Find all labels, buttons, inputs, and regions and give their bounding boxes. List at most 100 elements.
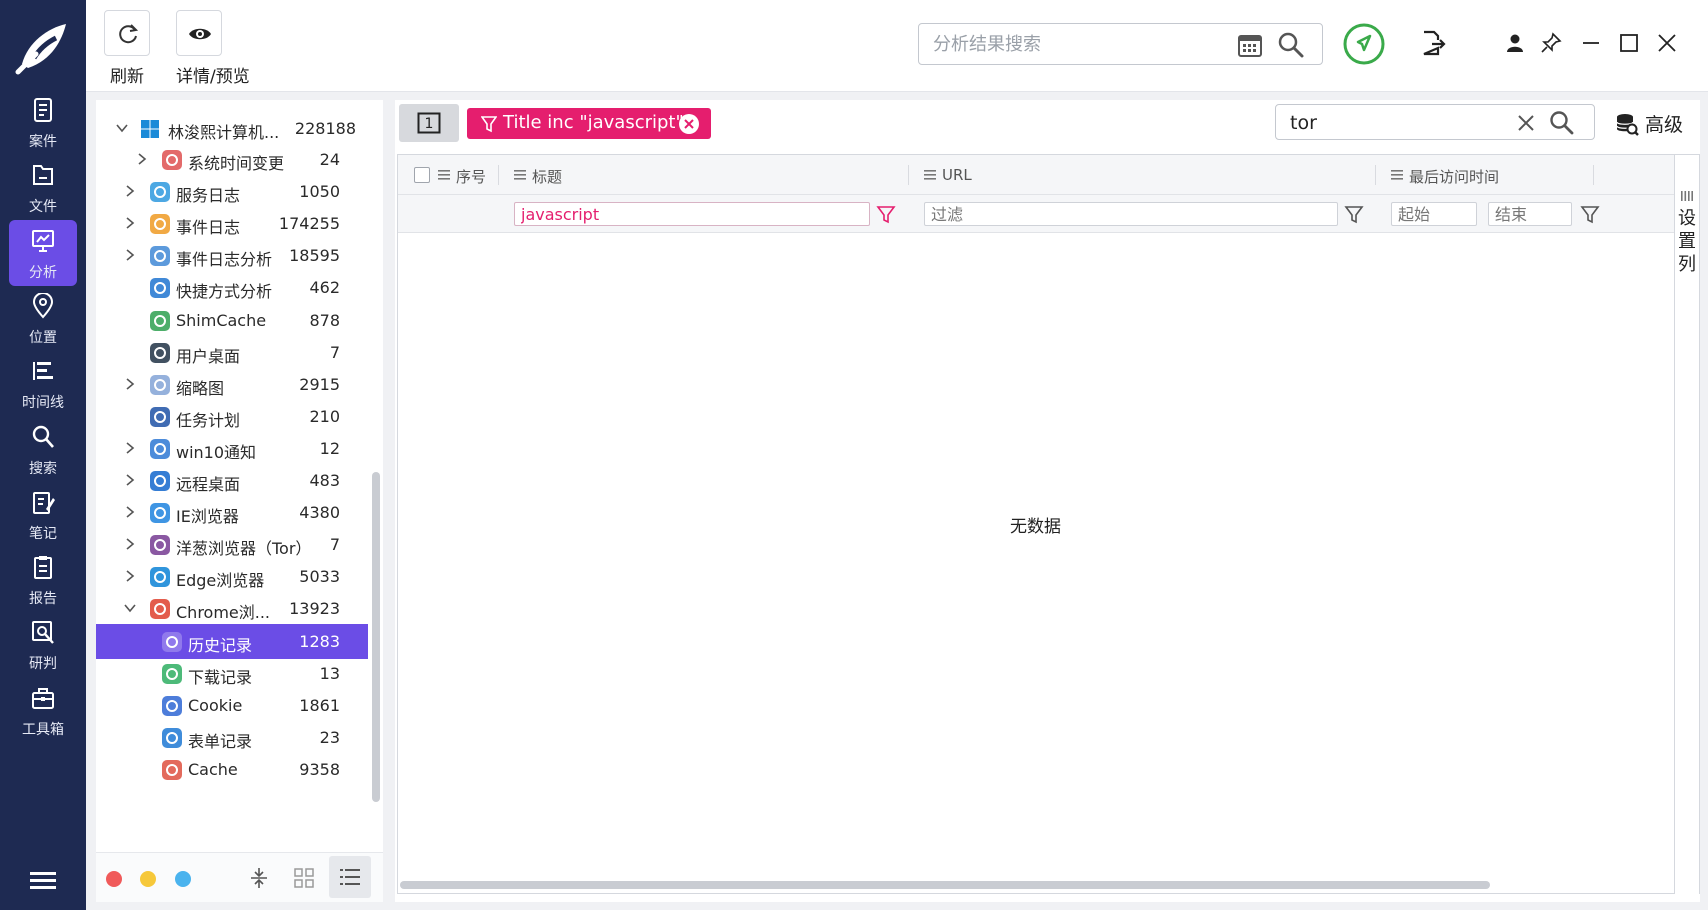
nav-item-file[interactable]: 文件	[9, 154, 77, 220]
edge-icon	[150, 567, 170, 588]
chevron-right-icon[interactable]	[122, 247, 138, 263]
column-header-index[interactable]: 序号	[438, 155, 498, 195]
column-header-last-visit[interactable]: 最后访问时间	[1391, 155, 1591, 195]
result-search-input[interactable]	[1290, 111, 1510, 135]
tree-item[interactable]: 历史记录 1283	[96, 623, 368, 659]
chevron-right-icon[interactable]	[122, 504, 138, 520]
column-settings-button[interactable]: 设置列	[1675, 154, 1700, 894]
filter-icon[interactable]	[1344, 204, 1364, 224]
red-dot[interactable]	[106, 871, 122, 887]
chevron-down-icon[interactable]	[114, 120, 130, 136]
event-log-icon	[150, 214, 170, 235]
nav-item-judgement[interactable]: 研判	[9, 611, 77, 677]
refresh-button[interactable]	[104, 10, 150, 56]
horizontal-scrollbar[interactable]	[400, 881, 1490, 889]
column-divider[interactable]	[498, 165, 499, 185]
tree-item[interactable]: 任务计划 210	[96, 399, 368, 434]
preview-button[interactable]	[176, 10, 222, 56]
filter-icon[interactable]	[876, 204, 896, 224]
tree-list: 林浚熙计算机... 228188 系统时间变更 24 服务日志 1050 事件日志 174…	[96, 100, 383, 848]
clear-icon[interactable]	[1516, 113, 1536, 133]
tree-item[interactable]: ShimCache 878	[96, 303, 368, 338]
list-view-button[interactable]	[329, 856, 371, 898]
status-shield-icon[interactable]	[1342, 22, 1386, 66]
advanced-search-button[interactable]: 高级	[1615, 108, 1699, 138]
chevron-right-icon[interactable]	[134, 151, 150, 167]
tree-item-label: 洋葱浏览器（Tor）	[176, 539, 312, 559]
nav-item-case[interactable]: 案件	[9, 89, 77, 155]
tree-item[interactable]: IE浏览器 4380	[96, 495, 368, 530]
minimize-icon[interactable]	[1580, 32, 1602, 54]
chevron-right-icon[interactable]	[122, 472, 138, 488]
filter-icon[interactable]	[1580, 204, 1600, 224]
nav-item-toolbox[interactable]: 工具箱	[9, 677, 77, 743]
user-icon[interactable]	[1504, 32, 1526, 54]
tree-item[interactable]: 系统时间变更 24	[96, 142, 368, 177]
chevron-right-icon[interactable]	[122, 215, 138, 231]
tree-item[interactable]: 表单记录 23	[96, 720, 368, 755]
tree-scrollbar[interactable]	[372, 472, 380, 802]
tree-item[interactable]: 洋葱浏览器（Tor） 7	[96, 527, 368, 562]
tree-item[interactable]: 用户桌面 7	[96, 335, 368, 370]
close-icon[interactable]	[1656, 32, 1678, 54]
tree-item-label: Cookie	[188, 695, 243, 715]
tree-item-count: 18595	[289, 246, 340, 266]
calendar-icon[interactable]	[1237, 32, 1263, 58]
tree-item[interactable]: 事件日志 174255	[96, 206, 368, 241]
chevron-right-icon[interactable]	[122, 536, 138, 552]
timeline-icon	[33, 362, 53, 381]
column-divider[interactable]	[1593, 165, 1594, 185]
maximize-icon[interactable]	[1618, 32, 1640, 54]
grid-view-icon[interactable]	[292, 866, 316, 890]
export-icon[interactable]	[1420, 30, 1446, 56]
column-divider[interactable]	[1375, 165, 1376, 185]
time-end-input[interactable]	[1488, 202, 1572, 226]
search-icon[interactable]	[1277, 31, 1305, 59]
nav-item-label: 笔记	[29, 525, 57, 542]
analysis-search-input[interactable]	[933, 32, 1223, 56]
chevron-right-icon[interactable]	[122, 183, 138, 199]
tree-item[interactable]: 远程桌面 483	[96, 463, 368, 498]
remove-filter-button[interactable]	[679, 114, 699, 134]
column-divider[interactable]	[908, 165, 909, 185]
nav-item-analysis[interactable]: 分析	[9, 219, 77, 286]
column-header-title[interactable]: 标题	[514, 155, 814, 195]
time-start-input[interactable]	[1391, 202, 1477, 226]
collapse-icon[interactable]	[247, 866, 271, 890]
tree-root[interactable]: 林浚熙计算机... 228188	[96, 111, 368, 146]
tree-item[interactable]: 事件日志分析 18595	[96, 238, 368, 273]
nav-rail: 案件 文件 分析 位置 时间线 搜索笔记报告 研判 工具箱	[0, 0, 86, 910]
tree-item[interactable]: 服务日志 1050	[96, 174, 368, 209]
column-header-url[interactable]: URL	[924, 155, 1224, 195]
chevron-down-icon[interactable]	[122, 600, 138, 616]
yellow-dot[interactable]	[140, 871, 156, 887]
column-menu-icon	[1391, 170, 1403, 180]
search-icon[interactable]	[1549, 110, 1575, 136]
tree-item[interactable]: Chrome浏... 13923	[96, 591, 368, 626]
url-filter-input[interactable]	[924, 202, 1338, 226]
chevron-right-icon[interactable]	[122, 440, 138, 456]
chevron-right-icon[interactable]	[122, 568, 138, 584]
nav-item-search[interactable]: 搜索	[9, 416, 77, 482]
nav-item-location[interactable]: 位置	[9, 285, 77, 351]
tree-item[interactable]: Cookie 1861	[96, 688, 368, 723]
tree-item[interactable]: 下载记录 13	[96, 656, 368, 691]
select-all-checkbox[interactable]	[414, 167, 430, 183]
column-settings-label: 设置列	[1678, 208, 1696, 275]
tree-item[interactable]: 快捷方式分析 462	[96, 270, 368, 305]
page-toggle-button[interactable]: 1	[399, 104, 459, 142]
tree-item[interactable]: 缩略图 2915	[96, 367, 368, 402]
chevron-right-icon[interactable]	[122, 376, 138, 392]
tree-item[interactable]: Edge浏览器 5033	[96, 559, 368, 594]
active-filter-chip[interactable]: Title inc "javascript"	[467, 108, 711, 139]
nav-item-notes[interactable]: 笔记	[9, 481, 77, 547]
result-search-box	[1275, 104, 1595, 140]
title-filter-input[interactable]	[514, 202, 870, 226]
blue-dot[interactable]	[175, 871, 191, 887]
tree-item[interactable]: Cache 9358	[96, 752, 368, 787]
pin-icon[interactable]	[1540, 32, 1562, 54]
nav-item-report[interactable]: 报告	[9, 546, 77, 612]
tree-item[interactable]: win10通知 12	[96, 431, 368, 466]
nav-item-timeline[interactable]: 时间线	[9, 350, 77, 416]
menu-icon[interactable]	[30, 870, 56, 890]
